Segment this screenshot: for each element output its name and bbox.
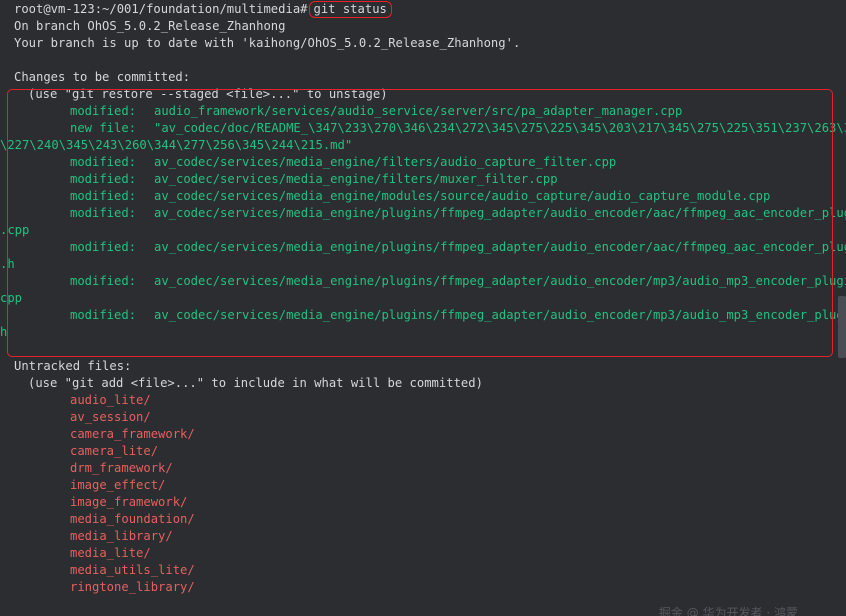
- staged-entry: modified: audio_framework/services/audio_…: [14, 103, 846, 120]
- staged-path: "av_codec/doc/README_\347\233\270\346\23…: [154, 121, 846, 135]
- untracked-entry: audio_lite/: [70, 393, 151, 407]
- untracked-entry: image_effect/: [70, 478, 166, 492]
- staged-status: modified:: [70, 274, 137, 288]
- untracked-entry: image_framework/: [70, 495, 188, 509]
- staged-path-continuation: h: [0, 325, 8, 339]
- staged-status: modified:: [70, 172, 137, 186]
- untracked-entry: media_lite/: [70, 546, 151, 560]
- staged-status: modified:: [70, 189, 137, 203]
- staged-path: av_codec/services/media_engine/plugins/f…: [154, 274, 846, 288]
- git-status-command: git status: [308, 1, 392, 18]
- untracked-file-list: audio_lite/av_session/camera_framework/c…: [14, 392, 846, 596]
- staged-status: modified:: [70, 240, 137, 254]
- untracked-entry: media_foundation/: [70, 512, 195, 526]
- staged-path: av_codec/services/media_engine/filters/a…: [154, 155, 617, 169]
- staged-status: modified:: [70, 155, 137, 169]
- staged-path: av_codec/services/media_engine/plugins/f…: [154, 240, 846, 254]
- staged-path: av_codec/services/media_engine/plugins/f…: [154, 206, 846, 220]
- scrollbar-thumb[interactable]: [838, 296, 846, 358]
- terminal-window[interactable]: root@vm-123:~/001/foundation/multimedia#…: [0, 0, 846, 616]
- staged-path: av_codec/services/media_engine/plugins/f…: [154, 308, 846, 322]
- branch-line: On branch OhOS_5.0.2_Release_Zhanhong: [14, 19, 286, 33]
- staged-entry: new file: "av_codec/doc/README_\347\233\2…: [14, 120, 846, 137]
- untracked-entry: media_utils_lite/: [70, 563, 195, 577]
- staged-path: audio_framework/services/audio_service/s…: [154, 104, 683, 118]
- staged-path: av_codec/services/media_engine/modules/s…: [154, 189, 771, 203]
- staged-entry: modified: av_codec/services/media_engine/…: [14, 205, 846, 222]
- untracked-entry: media_library/: [70, 529, 173, 543]
- staged-status: modified:: [70, 104, 137, 118]
- staged-entry: modified: av_codec/services/media_engine/…: [14, 154, 846, 171]
- staged-header: Changes to be committed:: [14, 70, 191, 84]
- staged-path-continuation: .h: [0, 257, 15, 271]
- shell-prompt: root@vm-123:~/001/foundation/multimedia#: [14, 2, 308, 16]
- untracked-hint: (use "git add <file>..." to include in w…: [28, 376, 483, 390]
- untracked-entry: av_session/: [70, 410, 151, 424]
- untracked-entry: ringtone_library/: [70, 580, 195, 594]
- untracked-entry: camera_framework/: [70, 427, 195, 441]
- staged-file-list: modified: audio_framework/services/audio_…: [0, 103, 846, 341]
- staged-path: av_codec/services/media_engine/filters/m…: [154, 172, 558, 186]
- staged-path-continuation: cpp: [0, 291, 23, 305]
- watermark: 掘金 @ 华为开发者 · 鸿蒙: [658, 606, 798, 616]
- staged-entry: modified: av_codec/services/media_engine/…: [14, 239, 846, 256]
- staged-entry: modified: av_codec/services/media_engine/…: [14, 188, 846, 205]
- staged-path-continuation: .cpp: [0, 223, 30, 237]
- staged-entry: modified: av_codec/services/media_engine/…: [14, 171, 846, 188]
- untracked-entry: camera_lite/: [70, 444, 159, 458]
- staged-status: new file:: [70, 121, 137, 135]
- untracked-header: Untracked files:: [14, 359, 132, 373]
- staged-status: modified:: [70, 206, 137, 220]
- staged-path-continuation: \227\240\345\243\260\344\277\256\345\244…: [0, 138, 353, 152]
- staged-entry: modified: av_codec/services/media_engine/…: [14, 273, 846, 290]
- uptodate-line: Your branch is up to date with 'kaihong/…: [14, 36, 521, 50]
- prompt-line: root@vm-123:~/001/foundation/multimedia#…: [14, 1, 846, 18]
- untracked-entry: drm_framework/: [70, 461, 173, 475]
- staged-status: modified:: [70, 308, 137, 322]
- staged-hint: (use "git restore --staged <file>..." to…: [28, 87, 388, 101]
- staged-entry: modified: av_codec/services/media_engine/…: [14, 307, 846, 324]
